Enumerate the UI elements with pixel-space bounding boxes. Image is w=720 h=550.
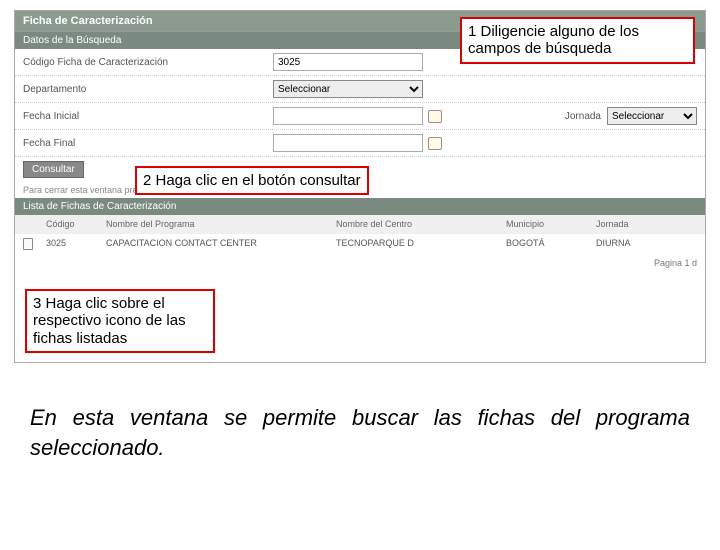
codigo-input[interactable] xyxy=(273,53,423,71)
callout-1: 1 Diligencie alguno de los campos de bús… xyxy=(460,17,695,64)
cell-centro: TECNOPARQUE D xyxy=(330,236,500,252)
jornada-select[interactable]: Seleccionar xyxy=(607,107,697,125)
fecha-inicial-label: Fecha Inicial xyxy=(23,111,273,122)
pager: Pagina 1 d xyxy=(15,254,705,272)
departamento-select[interactable]: Seleccionar xyxy=(273,80,423,98)
col-codigo: Código xyxy=(40,217,100,231)
document-icon[interactable] xyxy=(23,238,33,250)
departamento-label: Departamento xyxy=(23,84,273,95)
jornada-label: Jornada xyxy=(565,111,601,122)
calendar-icon[interactable] xyxy=(427,108,443,124)
codigo-label: Código Ficha de Caracterización xyxy=(23,57,273,68)
fecha-inicial-input[interactable] xyxy=(273,107,423,125)
caption-text: En esta ventana se permite buscar las fi… xyxy=(30,403,690,462)
callout-3: 3 Haga clic sobre el respectivo icono de… xyxy=(25,289,215,353)
callout-2: 2 Haga clic en el botón consultar xyxy=(135,166,369,195)
consultar-button[interactable]: Consultar xyxy=(23,161,84,178)
col-jornada: Jornada xyxy=(590,217,670,231)
cell-municipio: BOGOTÁ xyxy=(500,236,590,252)
table-row[interactable]: 3025 CAPACITACION CONTACT CENTER TECNOPA… xyxy=(15,233,705,254)
list-section-header: Lista de Fichas de Caracterización xyxy=(15,198,705,215)
fecha-final-label: Fecha Final xyxy=(23,138,273,149)
cell-codigo: 3025 xyxy=(40,236,100,252)
cell-programa: CAPACITACION CONTACT CENTER xyxy=(100,236,330,252)
col-programa: Nombre del Programa xyxy=(100,217,330,231)
cell-jornada: DIURNA xyxy=(590,236,670,252)
calendar-icon[interactable] xyxy=(427,135,443,151)
list-header: Código Nombre del Programa Nombre del Ce… xyxy=(15,215,705,233)
col-centro: Nombre del Centro xyxy=(330,217,500,231)
fecha-final-input[interactable] xyxy=(273,134,423,152)
app-window: Ficha de Caracterización Datos de la Bús… xyxy=(14,10,706,363)
col-municipio: Municipio xyxy=(500,217,590,231)
